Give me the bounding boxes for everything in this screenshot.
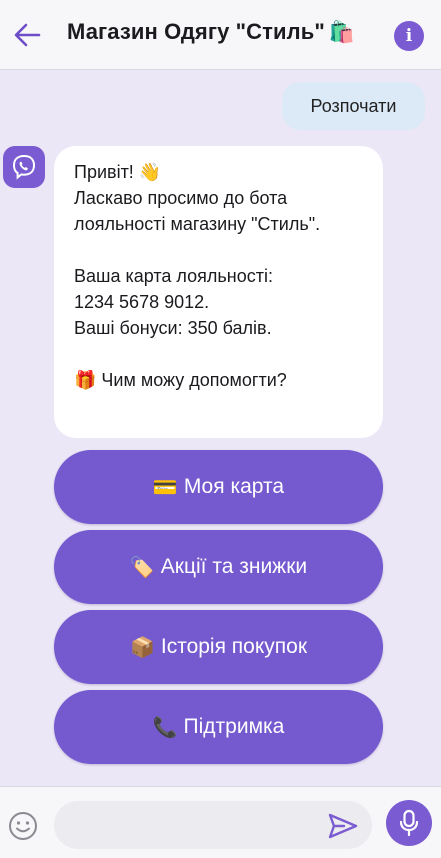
bot-message-bubble: Привіт! 👋 Ласкаво просимо до бота лояльн… [54, 146, 383, 438]
bot-message-line: лояльності магазину "Стиль". [74, 214, 321, 234]
message-composer [0, 786, 441, 858]
chat-header: Магазин Одягу "Стиль" 🛍️ i [0, 0, 441, 70]
bot-avatar[interactable] [3, 146, 45, 188]
promotions-button[interactable]: 🏷️ Акції та знижки [54, 530, 383, 604]
message-input[interactable] [54, 801, 372, 849]
credit-card-icon: 💳 [152, 476, 178, 499]
phone-icon: 📞 [152, 716, 178, 739]
my-card-button[interactable]: 💳 Моя карта [54, 450, 383, 524]
my-card-label: Моя карта [183, 475, 285, 498]
chat-title: Магазин Одягу "Стиль" 🛍️ [67, 19, 367, 45]
send-icon[interactable] [328, 813, 358, 839]
promotions-label: Акції та знижки [160, 555, 308, 578]
bot-message-line: 🎁 Чим можу допомогти? [74, 370, 287, 390]
support-label: Підтримка [183, 715, 285, 738]
price-tag-icon: 🏷️ [129, 556, 155, 579]
bot-message-line: Ласкаво просимо до бота [74, 188, 288, 208]
back-arrow-icon[interactable] [12, 21, 42, 49]
shopping-bags-icon: 🛍️ [328, 21, 356, 44]
info-glyph: i [405, 26, 413, 46]
purchase-history-label: Історія покупок [160, 635, 308, 658]
bot-message-line: Привіт! 👋 [74, 162, 162, 182]
purchase-history-button[interactable]: 📦 Історія покупок [54, 610, 383, 684]
info-icon[interactable]: i [394, 21, 424, 51]
viber-logo-icon [12, 154, 36, 180]
package-icon: 📦 [129, 636, 155, 659]
user-message-text: Розпочати [310, 95, 397, 116]
mic-button[interactable] [386, 800, 432, 846]
bot-message-line: Ваша карта лояльності: [74, 266, 273, 286]
chat-title-text: Магазин Одягу "Стиль" [67, 19, 325, 44]
mic-icon [399, 809, 419, 837]
bot-message-line: 1234 5678 9012. [74, 292, 210, 312]
bot-message-line: Ваші бонуси: 350 балів. [74, 318, 272, 338]
smile-icon[interactable] [7, 810, 39, 842]
support-button[interactable]: 📞 Підтримка [54, 690, 383, 764]
user-message-bubble: Розпочати [282, 82, 425, 130]
